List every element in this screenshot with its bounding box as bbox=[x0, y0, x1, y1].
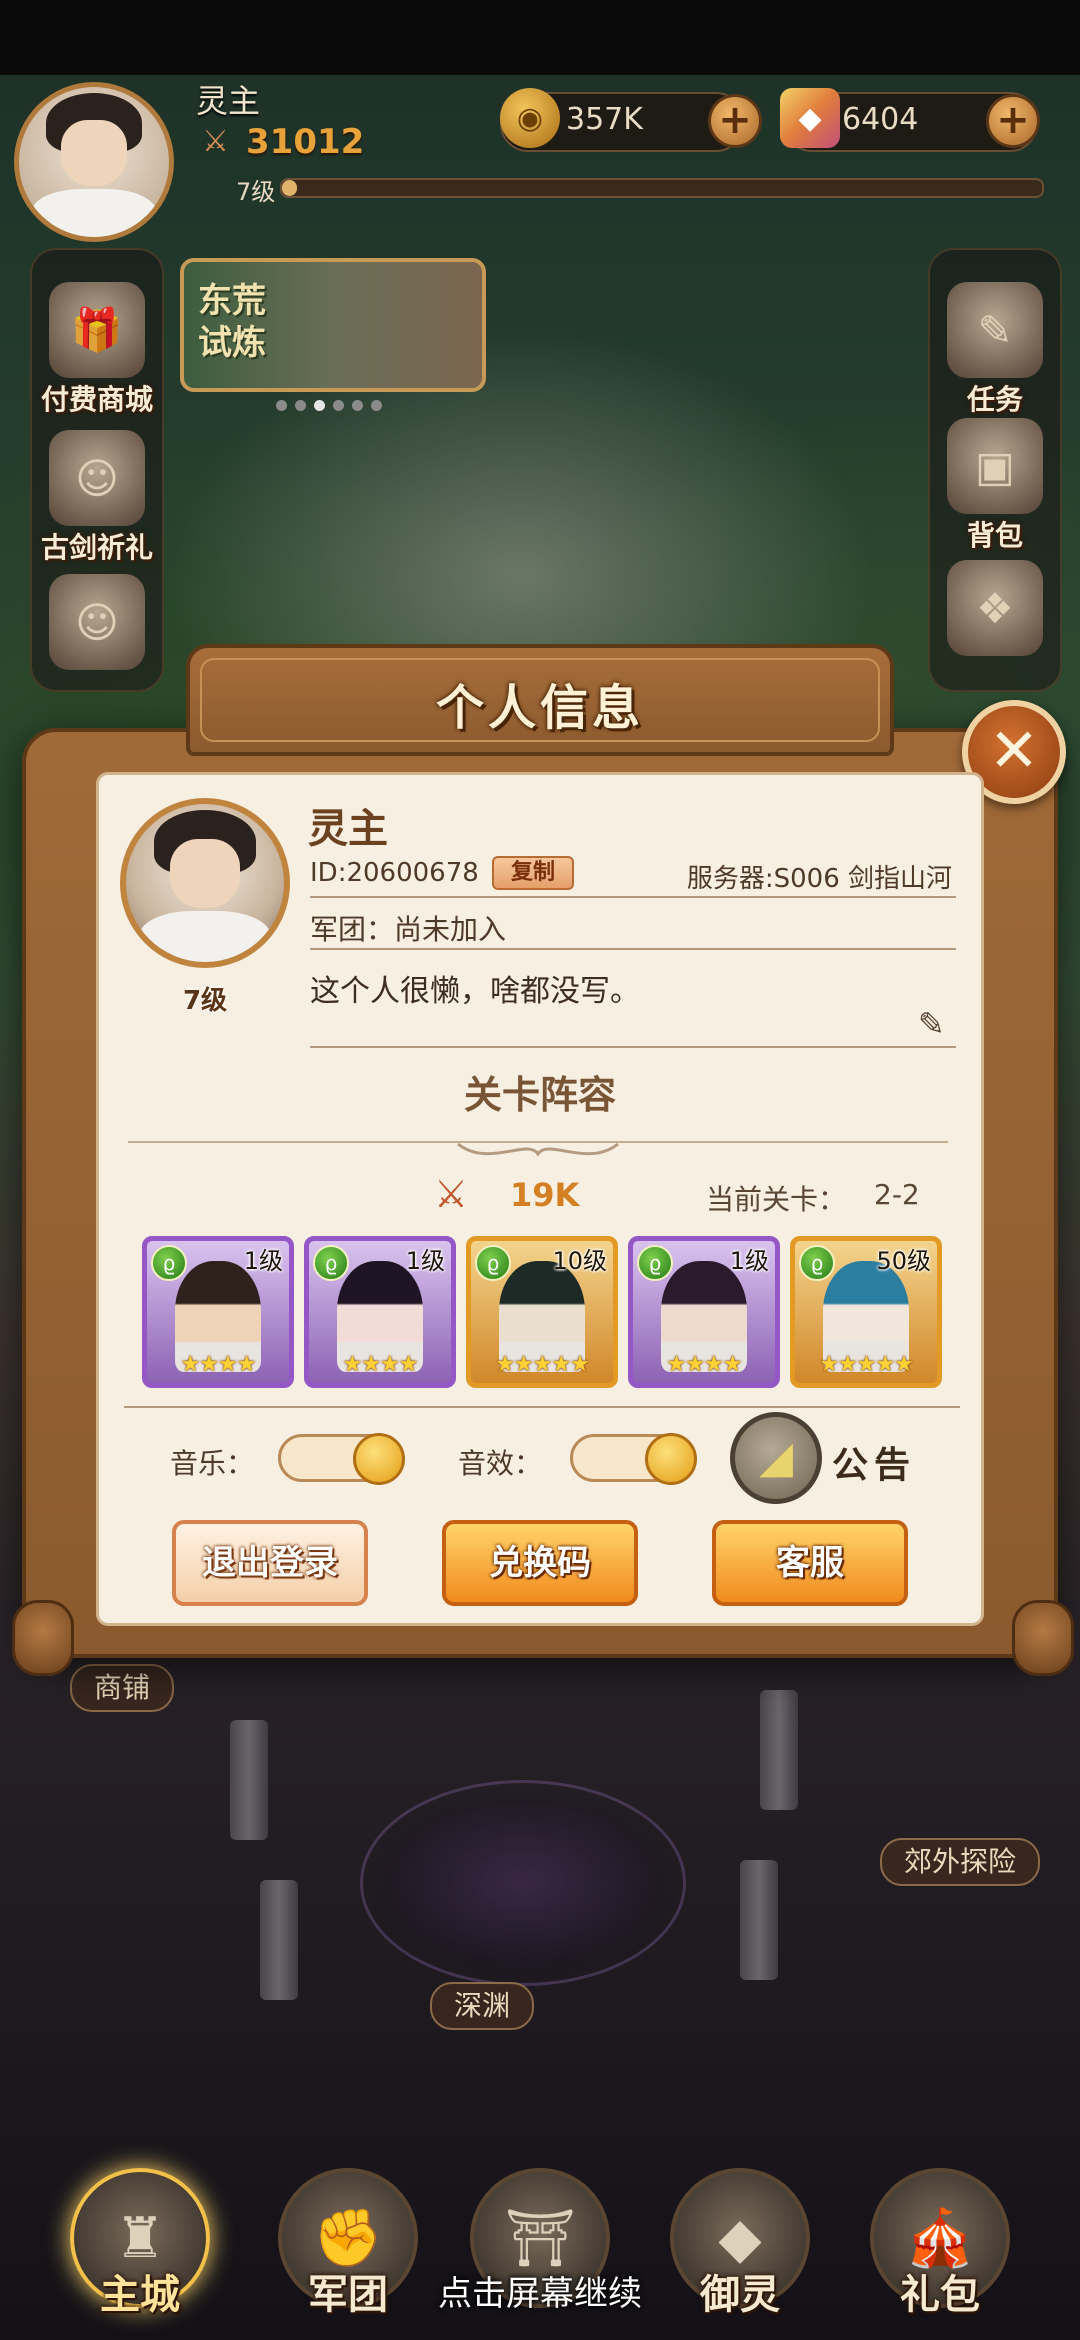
tap-to-continue-hint: 点击屏幕继续 bbox=[438, 2274, 642, 2314]
map-label-outskirts[interactable]: 郊外探险 bbox=[880, 1838, 1041, 1886]
add-gold-button[interactable]: + bbox=[708, 94, 762, 148]
menu-event[interactable]: ☺ bbox=[22, 574, 172, 670]
notice-label[interactable]: 公告 bbox=[832, 1436, 916, 1488]
hero-card[interactable]: ϱ 1级 ★★★★ bbox=[628, 1236, 780, 1388]
hero-stars: ★★★★ bbox=[180, 1352, 257, 1377]
hero-level: 1级 bbox=[243, 1247, 283, 1275]
logout-button[interactable]: 退出登录 bbox=[172, 1520, 368, 1606]
sfx-toggle[interactable] bbox=[570, 1433, 697, 1485]
player-level: 7级 bbox=[236, 178, 276, 206]
profile-signature[interactable]: 这个人很懒，啥都没写。 bbox=[310, 966, 640, 1010]
event-banner[interactable]: 东荒 试炼 bbox=[180, 258, 486, 392]
lineup-title: 关卡阵容 bbox=[463, 1073, 616, 1117]
frame-ornament bbox=[12, 1600, 74, 1676]
menu-gujian-prayer[interactable]: ☺ 古剑祈礼 bbox=[22, 430, 172, 566]
music-label: 音乐： bbox=[170, 1447, 255, 1480]
profile-avatar[interactable] bbox=[120, 798, 290, 968]
menu-quests[interactable]: ✎ 任务 bbox=[920, 282, 1070, 418]
hero-card[interactable]: ϱ 1级 ★★★★ bbox=[142, 1236, 294, 1388]
notice-button[interactable]: ◢ bbox=[730, 1412, 822, 1504]
hero-card[interactable]: ϱ 50级 ★★★★★ bbox=[790, 1236, 942, 1388]
close-icon: ✕ bbox=[988, 716, 1040, 786]
copy-id-button[interactable]: 复制 bbox=[492, 856, 574, 890]
experience-bar bbox=[280, 178, 1044, 198]
map-label-shop[interactable]: 商铺 bbox=[70, 1664, 175, 1712]
hero-stars: ★★★★ bbox=[666, 1352, 743, 1377]
crossed-swords-icon: ⚔ bbox=[202, 124, 229, 159]
dialog-title: 个人信息 bbox=[435, 680, 644, 736]
hero-stars: ★★★★★ bbox=[819, 1352, 914, 1377]
wind-element-icon: ϱ bbox=[637, 1245, 673, 1281]
menu-paid-shop[interactable]: 🎁 付费商城 bbox=[22, 282, 172, 418]
crossed-swords-icon: ⚔ bbox=[434, 1172, 469, 1216]
backpack-icon: ▣ bbox=[947, 418, 1043, 514]
current-stage-value: 2-2 bbox=[874, 1178, 920, 1211]
player-avatar[interactable] bbox=[14, 82, 174, 242]
map-label-abyss[interactable]: 深渊 bbox=[430, 1982, 535, 2030]
add-gems-button[interactable]: + bbox=[986, 94, 1040, 148]
section-ornament bbox=[128, 1141, 948, 1157]
profile-level: 7级 bbox=[182, 986, 228, 1016]
edit-signature-icon[interactable]: ✎ bbox=[918, 1006, 954, 1042]
profile-name: 灵主 bbox=[308, 806, 388, 852]
sfx-label: 音效： bbox=[458, 1447, 543, 1480]
wind-element-icon: ϱ bbox=[151, 1245, 187, 1281]
gem-amount: 6404 bbox=[842, 102, 919, 137]
player-name: 灵主 bbox=[196, 82, 261, 120]
gold-amount: 357K bbox=[566, 102, 643, 137]
profile-id: ID:20600678 bbox=[310, 858, 479, 888]
current-stage-label: 当前关卡： bbox=[706, 1183, 847, 1216]
profile-server: 服务器:S006 剑指山河 bbox=[686, 864, 952, 894]
megaphone-icon: ◢ bbox=[759, 1432, 793, 1483]
gold-coin-icon: ◉ bbox=[500, 88, 560, 148]
lineup-power: 19K bbox=[510, 1176, 580, 1214]
hero-level: 1级 bbox=[729, 1247, 769, 1275]
status-bar bbox=[0, 0, 1080, 75]
frame-ornament bbox=[1012, 1600, 1074, 1676]
menu-backpack[interactable]: ▣ 背包 bbox=[920, 418, 1070, 554]
banner-title-line2: 试炼 bbox=[198, 323, 266, 363]
customer-service-button[interactable]: 客服 bbox=[712, 1520, 908, 1606]
hero-stars: ★★★★★ bbox=[495, 1352, 590, 1377]
gem-crystal-icon: ◆ bbox=[780, 88, 840, 148]
banner-title-line1: 东荒 bbox=[198, 281, 266, 321]
character-portrait-icon: ☺ bbox=[49, 574, 145, 670]
banner-page-dots bbox=[276, 400, 382, 411]
divider bbox=[310, 896, 956, 898]
hero-level: 50级 bbox=[876, 1247, 931, 1275]
divider bbox=[124, 1406, 960, 1408]
wind-element-icon: ϱ bbox=[475, 1245, 511, 1281]
divider bbox=[310, 948, 956, 950]
player-power: 31012 bbox=[246, 122, 365, 162]
music-toggle[interactable] bbox=[278, 1433, 405, 1485]
hero-level: 10级 bbox=[552, 1247, 607, 1275]
divider bbox=[310, 1046, 956, 1048]
more-grid-icon: ❖ bbox=[947, 560, 1043, 656]
hero-level: 1级 bbox=[405, 1247, 445, 1275]
hero-card[interactable]: ϱ 10级 ★★★★★ bbox=[466, 1236, 618, 1388]
profile-guild: 军团：尚未加入 bbox=[310, 913, 507, 946]
character-portrait-icon: ☺ bbox=[49, 430, 145, 526]
menu-more[interactable]: ❖ bbox=[920, 560, 1070, 656]
redeem-code-button[interactable]: 兑换码 bbox=[442, 1520, 638, 1606]
gift-box-icon: 🎁 bbox=[49, 282, 145, 378]
wind-element-icon: ϱ bbox=[313, 1245, 349, 1281]
wind-element-icon: ϱ bbox=[799, 1245, 835, 1281]
hero-card[interactable]: ϱ 1级 ★★★★ bbox=[304, 1236, 456, 1388]
quest-scroll-icon: ✎ bbox=[947, 282, 1043, 378]
hero-stars: ★★★★ bbox=[342, 1352, 419, 1377]
